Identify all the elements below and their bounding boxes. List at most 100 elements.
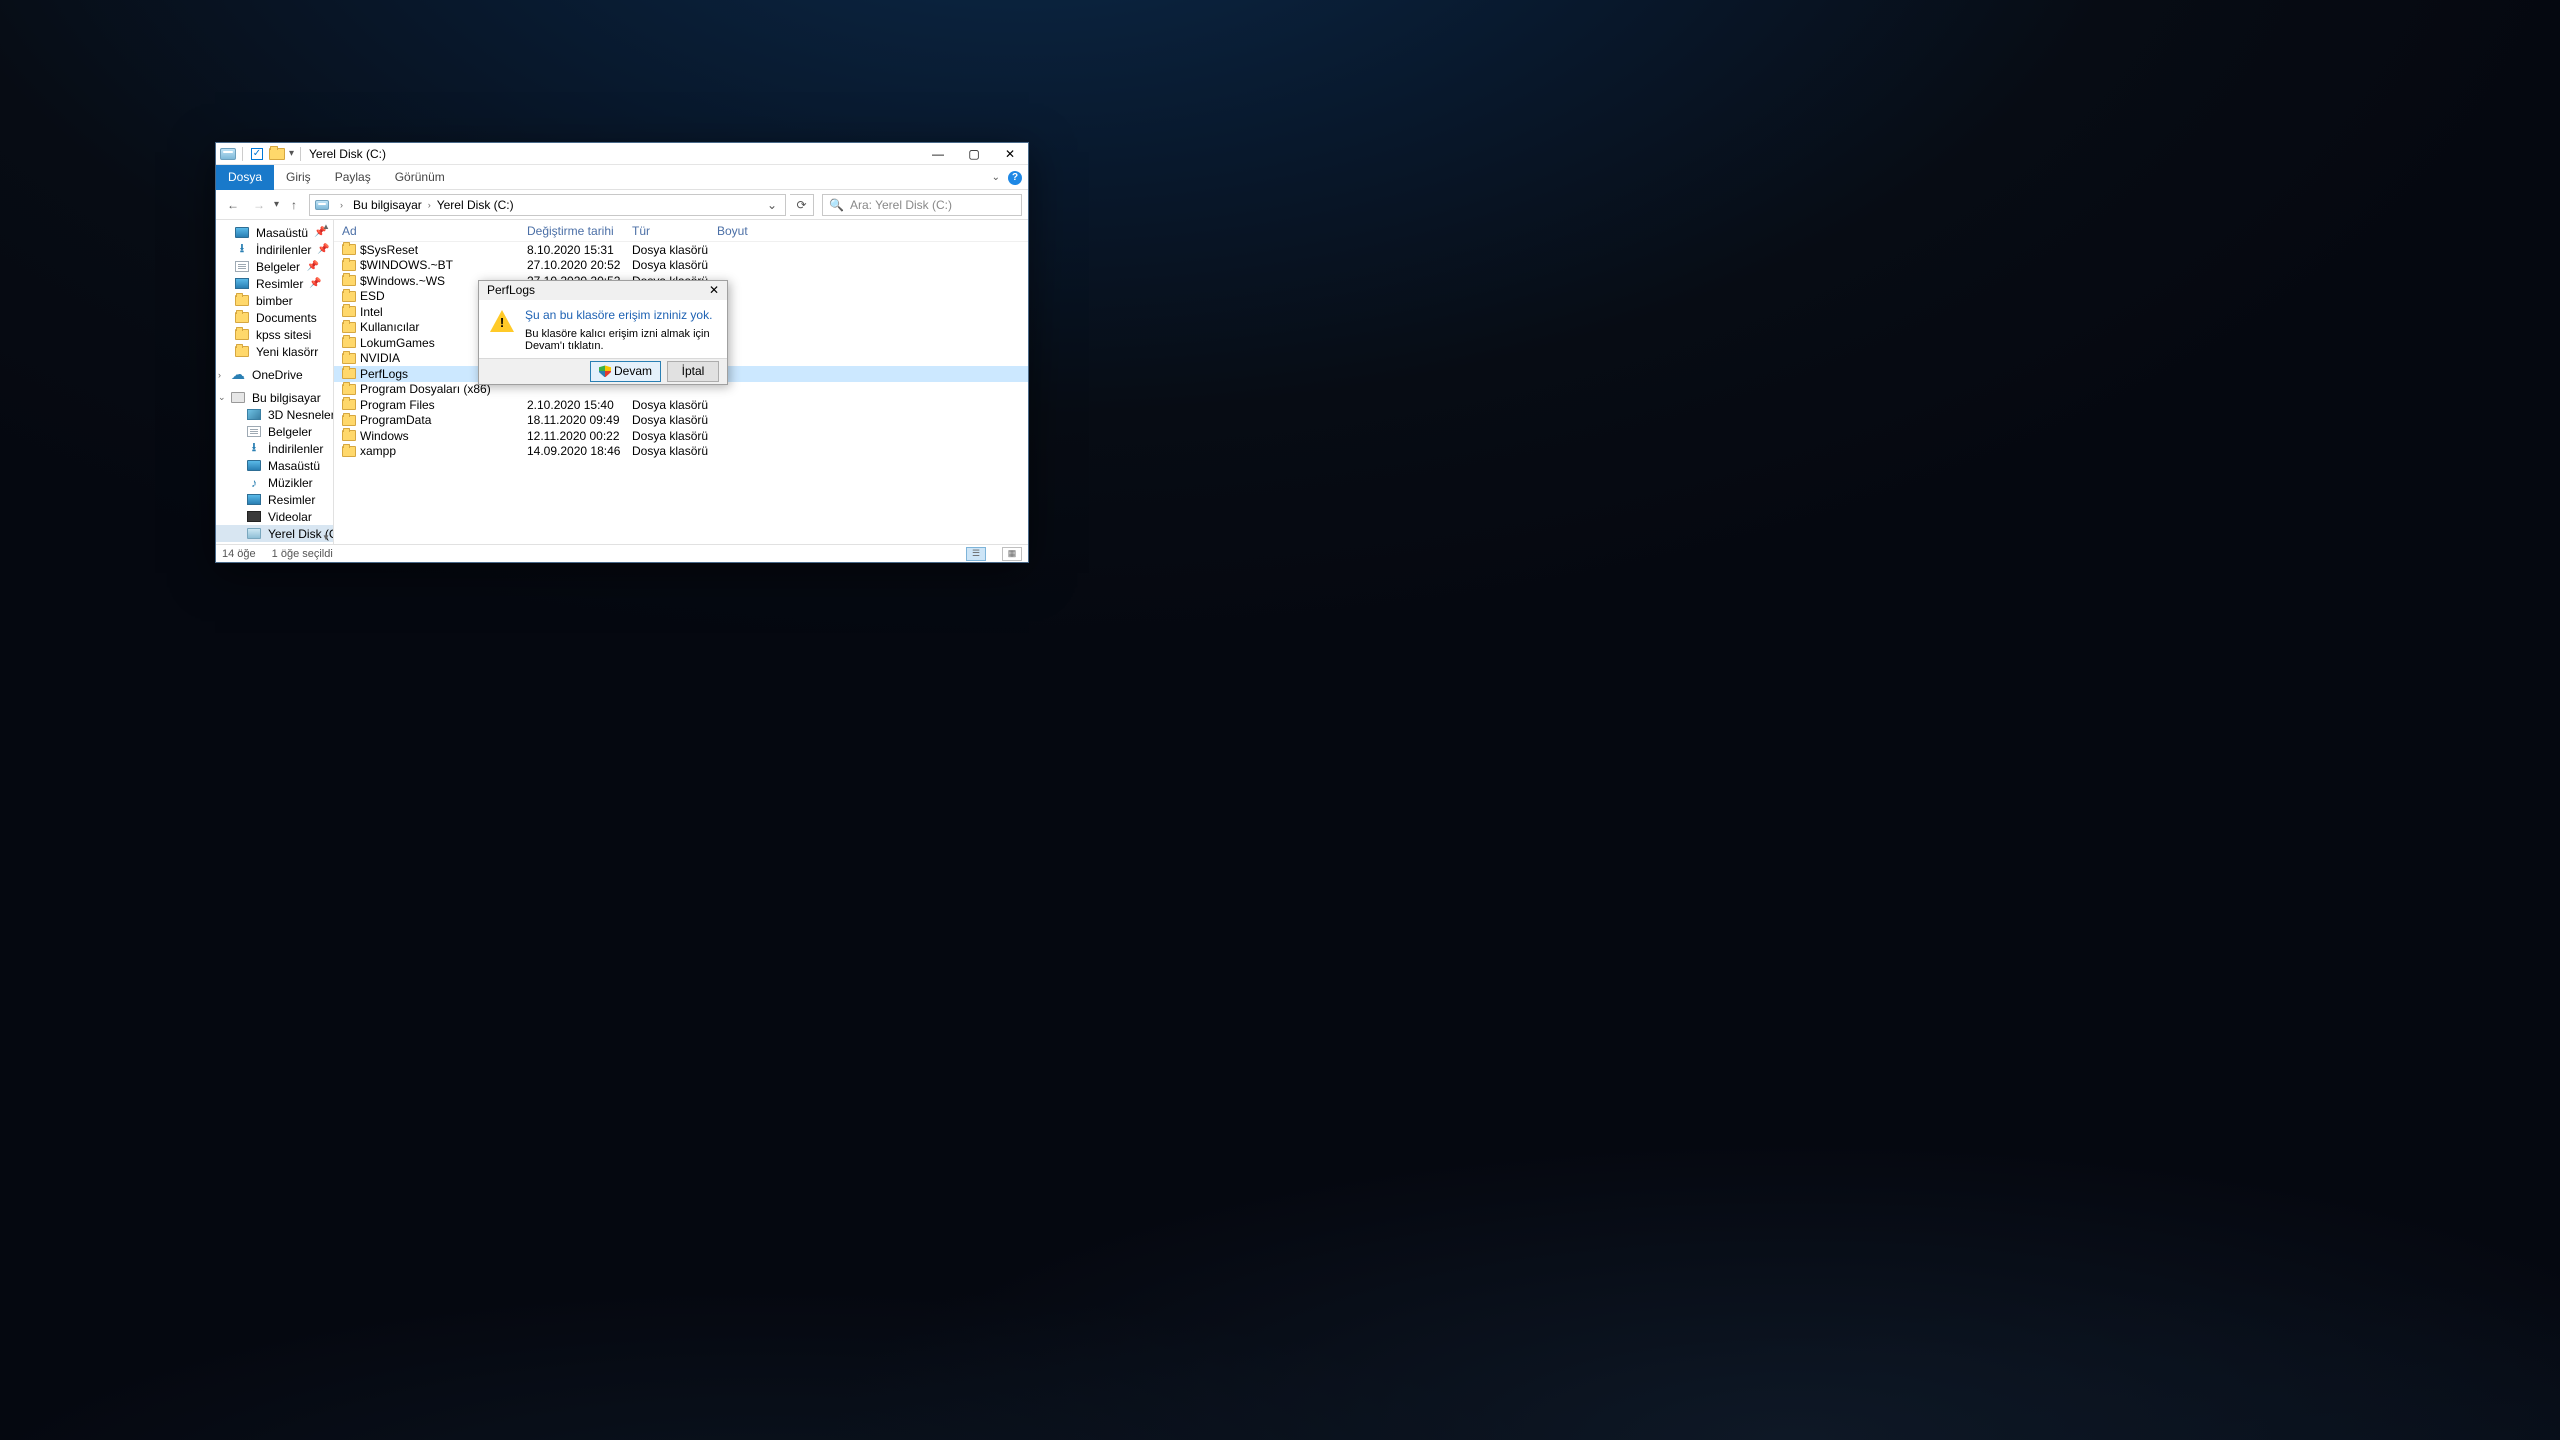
folder-icon — [342, 384, 360, 395]
app-icon[interactable] — [220, 146, 236, 162]
breadcrumb-root[interactable]: Bu bilgisayar — [353, 198, 422, 212]
breadcrumb-location[interactable]: Yerel Disk (C:) — [437, 198, 514, 212]
column-date[interactable]: Değiştirme tarihi — [527, 224, 632, 238]
file-name: Windows — [360, 429, 527, 443]
nav-pc-child[interactable]: Videolar — [216, 508, 333, 525]
tab-home[interactable]: Giriş — [274, 165, 323, 190]
column-name[interactable]: Ad — [342, 224, 527, 238]
qat-dropdown-icon[interactable]: ▾ — [289, 148, 294, 159]
nav-quick-access-item[interactable]: ⭳İndirilenler📌 — [216, 241, 333, 258]
tab-share[interactable]: Paylaş — [323, 165, 383, 190]
file-type: Dosya klasörü — [632, 398, 717, 412]
nav-quick-access-item[interactable]: Belgeler📌 — [216, 258, 333, 275]
nav-quick-access-item[interactable]: Masaüstü📌 — [216, 224, 333, 241]
address-dropdown-icon[interactable]: ⌄ — [763, 198, 781, 212]
column-type[interactable]: Tür — [632, 224, 717, 238]
qat-properties-check-icon[interactable]: ✓ — [249, 146, 265, 162]
folder-icon — [342, 399, 360, 410]
nav-pc-child[interactable]: Resimler — [216, 491, 333, 508]
nav-label: OneDrive — [252, 368, 303, 382]
refresh-button[interactable]: ⟳ — [790, 194, 814, 216]
nav-quick-access-item[interactable]: Documents — [216, 309, 333, 326]
file-row[interactable]: ProgramData18.11.2020 09:49Dosya klasörü — [334, 413, 1028, 429]
chevron-down-icon[interactable]: ⌄ — [218, 392, 228, 403]
separator — [242, 147, 243, 161]
file-row[interactable]: xampp14.09.2020 18:46Dosya klasörü — [334, 444, 1028, 460]
window-title: Yerel Disk (C:) — [309, 147, 386, 161]
folder-icon — [234, 328, 250, 342]
nav-quick-access-item[interactable]: bimber — [216, 292, 333, 309]
file-name: ProgramData — [360, 413, 527, 427]
nav-label: Documents — [256, 311, 317, 325]
scroll-down-icon[interactable]: ▼ — [320, 533, 332, 542]
minimize-button[interactable]: — — [920, 143, 956, 165]
file-type: Dosya klasörü — [632, 444, 717, 458]
back-button[interactable]: ← — [222, 194, 244, 216]
folder-icon — [342, 368, 360, 379]
ribbon-expand-icon[interactable]: ⌄ — [992, 172, 1000, 183]
qat-folder-icon[interactable] — [269, 146, 285, 162]
column-size[interactable]: Boyut — [717, 224, 777, 238]
nav-label: Yeni klasörr — [256, 345, 318, 359]
folder-icon — [342, 430, 360, 441]
folder-icon — [342, 291, 360, 302]
folder-icon — [342, 322, 360, 333]
nav-label: Resimler — [268, 493, 315, 507]
nav-pc-child[interactable]: Yerel Disk (C:) — [216, 525, 333, 542]
file-row[interactable]: Windows12.11.2020 00:22Dosya klasörü — [334, 428, 1028, 444]
scroll-up-icon[interactable]: ▲ — [320, 222, 332, 231]
file-date: 14.09.2020 18:46 — [527, 444, 632, 458]
address-toolbar: ← → ▾ ↑ › Bu bilgisayar › Yerel Disk (C:… — [216, 190, 1028, 220]
downloads-icon: ⭳ — [234, 243, 250, 257]
folder-icon — [342, 244, 360, 255]
maximize-button[interactable]: ▢ — [956, 143, 992, 165]
file-row[interactable]: $WINDOWS.~BT27.10.2020 20:52Dosya klasör… — [334, 258, 1028, 274]
nav-label: Videolar — [268, 510, 312, 524]
nav-quick-access-item[interactable]: Yeni klasörr — [216, 343, 333, 360]
history-dropdown-icon[interactable]: ▾ — [274, 199, 279, 210]
up-button[interactable]: ↑ — [283, 194, 305, 216]
file-row[interactable]: Program Files2.10.2020 15:40Dosya klasör… — [334, 397, 1028, 413]
desktop-icon — [246, 459, 262, 473]
view-large-button[interactable]: ▦ — [1002, 547, 1022, 561]
permission-dialog: PerfLogs ✕ Şu an bu klasöre erişim iznin… — [478, 280, 728, 385]
nav-pc-child[interactable]: Belgeler — [216, 423, 333, 440]
nav-quick-access-item[interactable]: Resimler📌 — [216, 275, 333, 292]
forward-button[interactable]: → — [248, 194, 270, 216]
close-button[interactable]: ✕ — [992, 143, 1028, 165]
chevron-right-icon[interactable]: › — [424, 200, 435, 210]
file-row[interactable]: $SysReset8.10.2020 15:31Dosya klasörü — [334, 242, 1028, 258]
nav-pc-child[interactable]: 3D Nesneler — [216, 406, 333, 423]
docs-icon — [234, 260, 250, 274]
file-date: 27.10.2020 20:52 — [527, 258, 632, 272]
pin-icon: 📌 — [309, 278, 331, 289]
nav-quick-access-item[interactable]: kpss sitesi — [216, 326, 333, 343]
nav-this-pc[interactable]: ⌄ Bu bilgisayar — [216, 389, 333, 406]
chevron-right-icon[interactable]: › — [218, 370, 228, 380]
pics-icon — [246, 493, 262, 507]
address-bar[interactable]: › Bu bilgisayar › Yerel Disk (C:) ⌄ — [309, 194, 786, 216]
nav-pc-child[interactable]: Masaüstü — [216, 457, 333, 474]
dialog-titlebar[interactable]: PerfLogs ✕ — [479, 281, 727, 300]
nav-label: bimber — [256, 294, 293, 308]
file-name: Program Files — [360, 398, 527, 412]
titlebar[interactable]: ✓ ▾ Yerel Disk (C:) — ▢ ✕ — [216, 143, 1028, 165]
file-name: $WINDOWS.~BT — [360, 258, 527, 272]
help-icon[interactable]: ? — [1008, 171, 1022, 185]
folder-icon — [342, 275, 360, 286]
nav-pc-child[interactable]: ⭳İndirilenler — [216, 440, 333, 457]
cancel-button[interactable]: İptal — [667, 361, 719, 382]
chevron-right-icon[interactable]: › — [336, 200, 347, 210]
view-details-button[interactable]: ☰ — [966, 547, 986, 561]
search-input[interactable]: 🔍 Ara: Yerel Disk (C:) — [822, 194, 1022, 216]
folder-icon — [234, 311, 250, 325]
dialog-subtext: Bu klasöre kalıcı erişim izni almak için… — [525, 328, 717, 352]
nav-pc-child[interactable]: ♪Müzikler — [216, 474, 333, 491]
tab-view[interactable]: Görünüm — [383, 165, 457, 190]
tab-file[interactable]: Dosya — [216, 165, 274, 190]
continue-button[interactable]: Devam — [590, 361, 661, 382]
dialog-close-button[interactable]: ✕ — [709, 283, 719, 297]
nav-label: 3D Nesneler — [268, 408, 334, 422]
nav-onedrive[interactable]: › ☁ OneDrive — [216, 366, 333, 383]
dialog-title: PerfLogs — [487, 283, 535, 297]
